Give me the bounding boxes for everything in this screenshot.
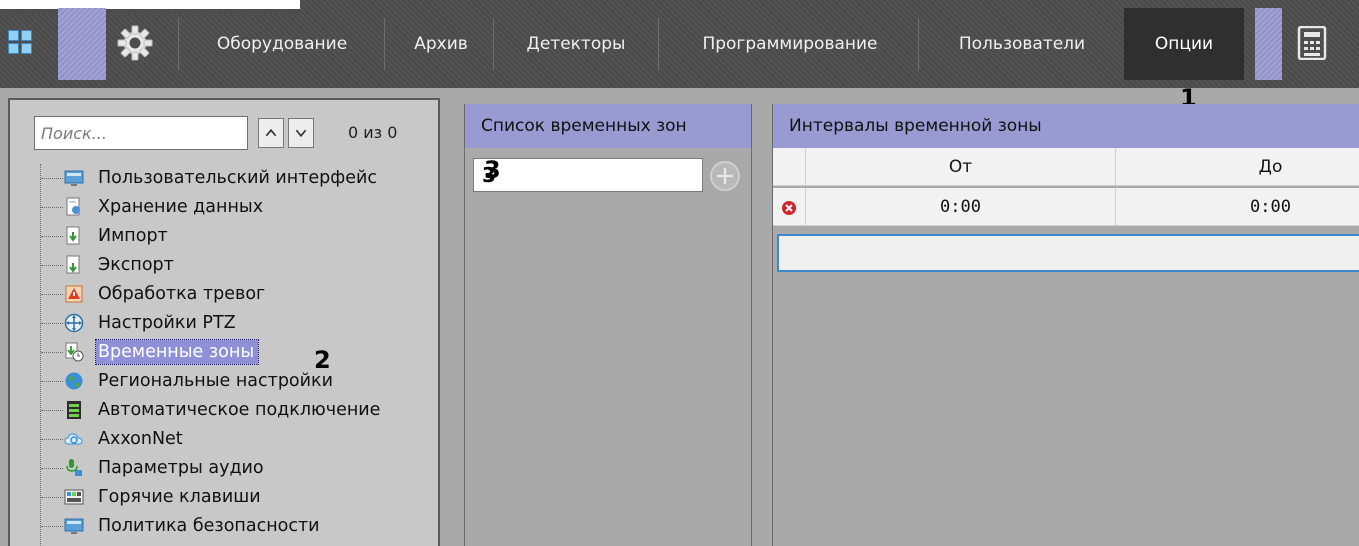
search-prev-button[interactable] [258, 118, 284, 148]
alarm-icon [65, 285, 83, 303]
time-zone-intervals-panel: Интервалы временной зоны От До 0:00 0:00 [772, 104, 1359, 546]
tree-item-label: AxxonNet [98, 429, 183, 449]
tree-item-label-selected: Временные зоны [94, 339, 260, 365]
security-policy-icon [64, 518, 84, 534]
top-navigation-bar: Оборудование Архив Детекторы Программиро… [0, 0, 1359, 88]
grid-icon[interactable] [8, 30, 34, 56]
delete-row-icon[interactable] [781, 200, 797, 216]
tree-item-alarm-handling[interactable]: Обработка тревог [10, 280, 438, 308]
new-time-zone-input[interactable]: 3 [473, 158, 703, 192]
nav-separator [178, 18, 179, 70]
globe-icon [65, 372, 83, 390]
import-icon [66, 226, 80, 245]
time-zone-list-panel: Список временных зон 3 [464, 104, 752, 546]
cloud-icon [64, 433, 83, 445]
nav-separator [493, 18, 494, 70]
options-tree-panel: 0 из 0 Пользовательский интерфейс Хранен… [8, 98, 440, 546]
tree-item-label: Горячие клавиши [98, 487, 261, 507]
tree-item-label: Параметры аудио [98, 458, 264, 478]
tree-item-import[interactable]: Импорт [10, 222, 438, 250]
time-zones-icon [65, 342, 84, 362]
tree-item-regional-settings[interactable]: Региональные настройки [10, 367, 438, 395]
nav-accent-block [58, 8, 106, 80]
monitor-icon [64, 170, 84, 186]
tab-programming[interactable]: Программирование [668, 8, 912, 80]
tree-item-label: Политика безопасности [98, 516, 320, 536]
tree-item-ptz-settings[interactable]: Настройки PTZ [10, 309, 438, 337]
tree-item-user-interface[interactable]: Пользовательский интерфейс [10, 164, 438, 192]
interval-from-cell[interactable]: 0:00 [805, 188, 1115, 226]
export-icon [66, 255, 80, 274]
nav-separator [658, 18, 659, 70]
tree-item-export[interactable]: Экспорт [10, 251, 438, 279]
callout-3: 3 [484, 156, 501, 184]
interval-to-cell[interactable]: 0:00 [1115, 188, 1359, 226]
ptz-icon [64, 313, 84, 333]
intervals-header: Интервалы временной зоны [773, 104, 1359, 148]
tab-equipment[interactable]: Оборудование [186, 8, 378, 80]
callout-2: 2 [314, 346, 331, 374]
tab-archive[interactable]: Архив [396, 8, 486, 80]
column-header-from[interactable]: От [805, 148, 1115, 186]
nav-accent-block [1255, 8, 1282, 80]
tree-item-label: Обработка тревог [98, 284, 266, 304]
time-zone-list-header: Список временных зон [465, 104, 751, 148]
tree-item-label: Импорт [98, 226, 168, 246]
search-input[interactable] [34, 116, 248, 150]
tree-item-security-policy[interactable]: Политика безопасности [10, 512, 438, 540]
tree-item-label: Хранение данных [98, 197, 264, 217]
nav-separator [918, 18, 919, 70]
tab-users[interactable]: Пользователи [926, 8, 1118, 80]
tab-detectors[interactable]: Детекторы [504, 8, 648, 80]
tree-item-label: Настройки PTZ [98, 313, 236, 333]
search-result-count: 0 из 0 [348, 123, 398, 142]
tree-item-label: Региональные настройки [98, 371, 333, 391]
tree-item-label: Автоматическое подключение [98, 400, 381, 420]
add-time-zone-button[interactable] [707, 158, 743, 194]
tree-item-axxonnet[interactable]: AxxonNet [10, 425, 438, 453]
table-row[interactable]: 0:00 0:00 [773, 188, 1359, 226]
tree-item-data-storage[interactable]: Хранение данных [10, 193, 438, 221]
column-header-to[interactable]: До [1115, 148, 1359, 186]
auto-connect-icon [67, 401, 81, 419]
tree-item-label: Экспорт [98, 255, 174, 275]
new-interval-row[interactable] [777, 234, 1359, 272]
storage-icon [66, 197, 80, 216]
nav-separator [384, 18, 385, 70]
search-next-button[interactable] [288, 118, 314, 148]
tree-item-hotkeys[interactable]: Горячие клавиши [10, 483, 438, 511]
tab-options[interactable]: Опции [1124, 8, 1244, 80]
tree-item-audio-settings[interactable]: Параметры аудио [10, 454, 438, 482]
grid-header-row: От До [773, 148, 1359, 186]
hotkeys-icon [64, 489, 84, 505]
audio-icon [66, 459, 82, 476]
gear-icon[interactable] [116, 24, 154, 62]
tree-item-time-zones[interactable]: Временные зоны [10, 338, 438, 366]
tree-item-label: Пользовательский интерфейс [98, 168, 377, 188]
calculator-icon[interactable] [1297, 26, 1327, 60]
tree-item-auto-connect[interactable]: Автоматическое подключение [10, 396, 438, 424]
